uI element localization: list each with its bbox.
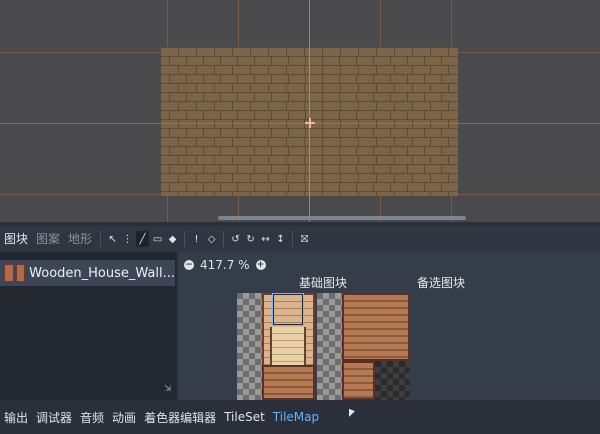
bottom-tab-1[interactable]: 调试器 — [36, 409, 72, 426]
bottom-panel-tabs: 输出 调试器 音频 动画 着色器编辑器 TileSet TileMap — [0, 400, 600, 434]
tile-source-thumbnail — [4, 264, 26, 282]
tile-source-item[interactable]: Wooden_House_Wall... — [0, 260, 175, 286]
toolbar-separator — [223, 231, 225, 247]
bottom-tab-2[interactable]: 音频 — [80, 409, 104, 426]
zoom-in-icon[interactable]: + — [255, 260, 266, 270]
toolbar-separator — [184, 231, 186, 247]
tile-selection-box — [272, 293, 304, 326]
tile-source-label: Wooden_House_Wall... — [29, 265, 175, 281]
bottom-tab-6[interactable]: TileMap — [273, 410, 319, 424]
bucket-fill-icon[interactable]: ◆ — [166, 231, 179, 247]
select-arrow-icon[interactable]: ↖ — [106, 231, 119, 247]
move-icon[interactable]: ⋮ — [121, 231, 134, 247]
bottom-tab-0[interactable]: 输出 — [4, 409, 28, 426]
alt-plank-tile[interactable] — [342, 293, 410, 361]
tile-atlas[interactable] — [237, 293, 410, 400]
toolbar-separator — [100, 231, 102, 247]
origin-marker-icon — [305, 118, 315, 128]
plank-tile[interactable] — [262, 365, 315, 400]
bottom-tab-5[interactable]: TileSet — [224, 410, 265, 424]
mouse-cursor-icon — [349, 408, 355, 420]
picker-icon[interactable]: ! — [190, 231, 203, 247]
brick-tile[interactable] — [270, 327, 306, 365]
eraser-icon[interactable]: ◇ — [205, 231, 218, 247]
rotate-right-icon[interactable]: ↻ — [244, 231, 257, 247]
flip-h-icon[interactable]: ↔ — [259, 231, 272, 247]
alt-crate-tile[interactable] — [342, 361, 375, 400]
zoom-level: 417.7 % — [200, 258, 250, 272]
tile-source-list: Wooden_House_Wall... — [0, 252, 176, 400]
bottom-tab-4[interactable]: 着色器编辑器 — [144, 409, 216, 426]
tab-0[interactable]: 图块 — [0, 226, 32, 252]
tilemap-tabs: 图块 图案 地形 — [0, 226, 96, 252]
toolbar-separator — [292, 231, 294, 247]
canvas-viewport[interactable] — [0, 0, 600, 222]
random-icon[interactable]: ⛝ — [298, 231, 311, 247]
horizontal-scrollbar[interactable] — [218, 216, 466, 220]
atlas-panel: − 417.7 % + 基础图块 备选图块 — [176, 252, 600, 400]
tilemap-toolbar: 图块 图案 地形 ↖ ⋮ ╱ ▭ ◆! ◇ ↺ ↻ ↔ ↕ ⛝ — [0, 226, 600, 252]
bottom-tab-3[interactable]: 动画 — [112, 409, 136, 426]
zoom-out-icon[interactable]: − — [184, 260, 194, 270]
y-axis-line — [309, 0, 310, 222]
flip-v-icon[interactable]: ↕ — [274, 231, 287, 247]
zoom-controls: − 417.7 % + — [184, 258, 266, 272]
x-axis-line — [0, 123, 600, 124]
resize-grip-icon[interactable]: ⇲ — [164, 384, 172, 394]
godot-editor: 图块 图案 地形 ↖ ⋮ ╱ ▭ ◆! ◇ ↺ ↻ ↔ ↕ ⛝ Wooden_House_Wall...… — [0, 0, 600, 434]
basic-tiles-label: 基础图块 — [299, 276, 348, 290]
tab-1[interactable]: 图案 — [32, 226, 64, 252]
tab-2[interactable]: 地形 — [64, 226, 96, 252]
rect-icon[interactable]: ▭ — [151, 231, 164, 247]
alt-empty-tile[interactable] — [375, 361, 410, 400]
empty-tile[interactable] — [237, 293, 262, 400]
alternative-tiles-label: 备选图块 — [417, 276, 466, 290]
paint-icon[interactable]: ╱ — [136, 231, 150, 247]
rotate-left-icon[interactable]: ↺ — [229, 231, 242, 247]
empty-tile[interactable] — [317, 293, 342, 400]
tool-group: ↖ ⋮ ╱ ▭ ◆! ◇ ↺ ↻ ↔ ↕ ⛝ — [105, 231, 312, 247]
